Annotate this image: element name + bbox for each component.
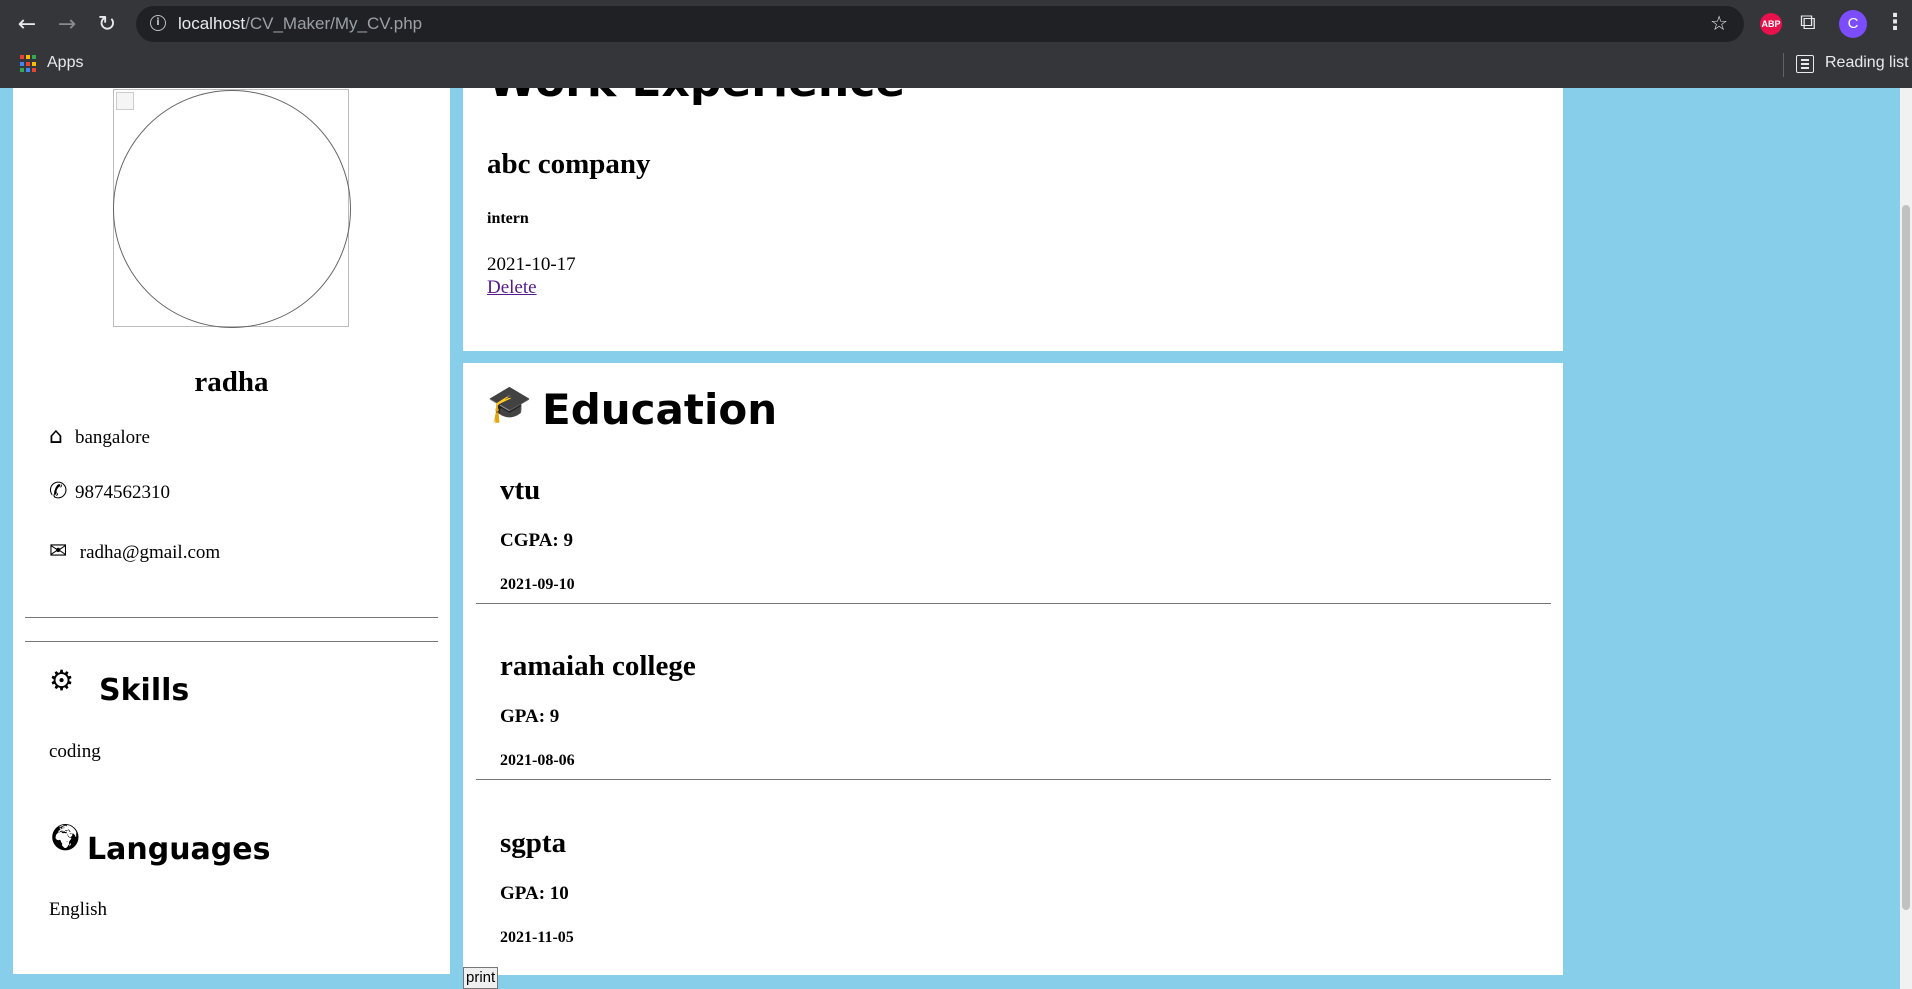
back-icon[interactable]: ←	[12, 10, 42, 40]
page-scrollbar-thumb[interactable]	[1902, 205, 1910, 910]
skill-item: coding	[49, 741, 101, 762]
apps-grid-dot	[32, 55, 36, 59]
education-title: Education	[542, 385, 778, 434]
browser-chrome: ← → ↻ i localhost/CV_Maker/My_CV.php ☆ A…	[0, 0, 1912, 88]
education-date: 2021-11-05	[500, 929, 574, 946]
education-card: 🎓 Education vtu CGPA: 9 2021-09-10 ramai…	[463, 363, 1563, 975]
divider	[476, 779, 1551, 780]
print-button[interactable]: print	[463, 967, 499, 989]
apps-grid-dot	[20, 61, 24, 66]
reload-icon[interactable]: ↻	[92, 10, 122, 40]
url-text[interactable]: localhost/CV_Maker/My_CV.php	[178, 14, 422, 34]
apps-grid-dot	[20, 68, 24, 73]
browser-toolbar: ← → ↻ i localhost/CV_Maker/My_CV.php ☆ A…	[0, 0, 1912, 50]
reading-list-button[interactable]: Reading list	[1825, 54, 1909, 72]
apps-grid-dot	[32, 68, 36, 73]
education-date: 2021-08-06	[500, 752, 575, 769]
extensions-puzzle-icon[interactable]: ⧉	[1800, 10, 1816, 35]
broken-image-icon	[116, 92, 134, 110]
globe-icon: 🌍︎	[49, 823, 83, 853]
bookmarks-separator	[1783, 53, 1784, 77]
work-company: abc company	[487, 148, 651, 180]
education-date: 2021-09-10	[500, 576, 575, 593]
language-item: English	[49, 899, 108, 920]
site-info-icon[interactable]: i	[150, 15, 166, 31]
education-institution: vtu	[500, 474, 541, 506]
apps-grid-dot	[26, 61, 30, 66]
education-institution: ramaiah college	[500, 650, 696, 682]
divider	[25, 641, 438, 642]
apps-grid-dot	[26, 55, 30, 59]
languages-title: Languages	[87, 832, 271, 867]
profile-avatar[interactable]: C	[1839, 10, 1867, 38]
delete-link[interactable]: Delete	[487, 277, 537, 299]
skills-title: Skills	[99, 673, 190, 708]
bookmark-star-icon[interactable]: ☆	[1710, 11, 1728, 35]
adblock-extension-icon[interactable]: ABP	[1760, 13, 1782, 35]
profile-photo	[113, 89, 351, 328]
work-role: intern	[487, 210, 529, 227]
cv-sidebar: radha ⌂ bangalore ✆ 9874562310 ✉ radha@gma…	[13, 88, 450, 974]
reading-list-icon[interactable]	[1796, 55, 1814, 73]
home-icon: ⌂	[49, 424, 63, 449]
forward-icon[interactable]: →	[52, 10, 82, 40]
apps-grid-dot	[20, 55, 24, 59]
work-date: 2021-10-17	[487, 254, 576, 275]
education-grade: GPA: 9	[500, 706, 560, 727]
divider	[476, 603, 1551, 604]
contact-address: ⌂ bangalore	[49, 424, 150, 449]
bookmark-apps[interactable]: Apps	[47, 54, 83, 72]
graduation-cap-icon: 🎓	[487, 384, 532, 425]
mail-icon: ✉	[49, 539, 68, 564]
work-experience-card: Work Experience abc company intern 2021-…	[463, 88, 1563, 351]
address-bar[interactable]: i localhost/CV_Maker/My_CV.php ☆	[136, 6, 1744, 42]
bookmarks-bar	[0, 50, 1912, 88]
apps-grid-dot	[32, 61, 36, 66]
contact-phone: ✆ 9874562310	[49, 479, 170, 504]
contact-email: ✉ radha@gmail.com	[49, 539, 221, 564]
browser-menu-icon[interactable]: ⋮	[1884, 10, 1906, 35]
education-grade: CGPA: 9	[500, 530, 573, 551]
apps-grid-dot	[26, 68, 30, 73]
phone-icon: ✆	[49, 479, 68, 504]
profile-name: radha	[194, 366, 269, 398]
work-title: Work Experience	[488, 88, 905, 107]
divider	[25, 617, 438, 618]
photo-circle-frame	[113, 90, 351, 328]
apps-grid-icon[interactable]	[20, 55, 38, 73]
gear-icon: ⚙	[49, 664, 75, 697]
work-clip: Work Experience abc company intern 2021-…	[463, 88, 1563, 351]
education-institution: sgpta	[500, 827, 567, 859]
education-grade: GPA: 10	[500, 883, 569, 904]
